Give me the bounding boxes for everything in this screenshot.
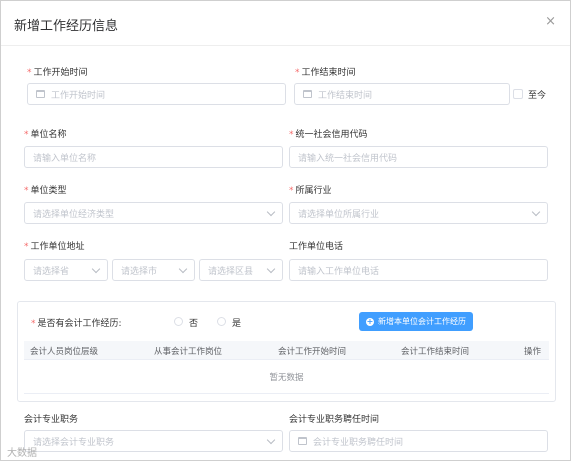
city-select[interactable]: 请选择市 [112,259,195,281]
district-select[interactable]: 请选择区县 [199,259,283,281]
required-mark: * [289,186,294,196]
industry-select[interactable]: 请选择单位所属行业 [289,202,548,224]
calendar-icon [298,437,307,445]
add-accounting-experience-button[interactable]: + 新增本单位会计工作经历 [359,312,473,331]
column-header: 会计工作结束时间 [401,347,470,357]
close-icon[interactable]: × [545,15,556,28]
required-mark: * [24,130,29,140]
column-header: 会计人员岗位层级 [30,347,99,357]
radio-yes-label: 是 [232,319,242,329]
calendar-icon [36,90,45,98]
appointment-time-picker[interactable]: 会计专业职务聘任时间 [289,430,548,452]
radio-yes[interactable] [217,317,226,326]
header-divider [1,45,570,46]
unit-name-label: * 单位名称 [24,130,67,140]
dialog-title: 新增工作经历信息 [14,19,119,34]
unit-name-input[interactable]: 请输入单位名称 [24,146,283,168]
radio-no-label: 否 [189,319,199,329]
column-header: 从事会计工作岗位 [154,347,223,357]
dialog: 新增工作经历信息 × * 工作开始时间 工作开始时间 * 工作结束时间 工作结束时间… [0,0,571,461]
chevron-down-icon [266,435,276,445]
required-mark: * [295,68,300,78]
accounting-experience-label: * 是否有会计工作经历: [31,319,122,329]
column-header: 操作 [524,347,542,357]
column-header: 会计工作开始时间 [278,347,347,357]
chevron-down-icon [178,264,188,274]
watermark: 大数据 [7,448,37,459]
required-mark: * [24,186,29,196]
required-mark: * [27,68,32,78]
credit-code-label: * 统一社会信用代码 [289,130,368,140]
start-time-picker[interactable]: 工作开始时间 [27,83,286,105]
radio-no[interactable] [174,317,183,326]
phone-input[interactable]: 请输入工作单位电话 [289,259,548,281]
plus-icon: + [366,316,374,326]
required-mark: * [31,319,36,329]
required-mark: * [24,242,29,252]
table-header: 会计人员岗位层级 从事会计工作岗位 会计工作开始时间 会计工作结束时间 操作 [24,341,549,360]
professional-title-select[interactable]: 请选择会计专业职务 [24,430,283,452]
chevron-down-icon [266,264,276,274]
phone-label: 工作单位电话 [289,242,344,252]
required-mark: * [289,130,294,140]
chevron-down-icon [531,207,541,217]
province-select[interactable]: 请选择省 [24,259,108,281]
unit-type-select[interactable]: 请选择单位经济类型 [24,202,283,224]
end-time-picker[interactable]: 工作结束时间 [294,83,510,105]
appointment-time-label: 会计专业职务聘任时间 [289,415,380,425]
credit-code-input[interactable]: 请输入统一社会信用代码 [289,146,548,168]
end-time-label: * 工作结束时间 [295,68,356,78]
until-now-label: 至今 [528,91,547,101]
chevron-down-icon [91,264,101,274]
industry-label: * 所属行业 [289,186,332,196]
professional-title-label: 会计专业职务 [24,415,79,425]
chevron-down-icon [266,207,276,217]
unit-type-label: * 单位类型 [24,186,67,196]
start-time-label: * 工作开始时间 [27,68,88,78]
address-label: * 工作单位地址 [24,242,85,252]
calendar-icon [303,90,312,98]
until-now-checkbox[interactable] [513,89,523,99]
table-empty-text: 暂无数据 [24,360,549,394]
